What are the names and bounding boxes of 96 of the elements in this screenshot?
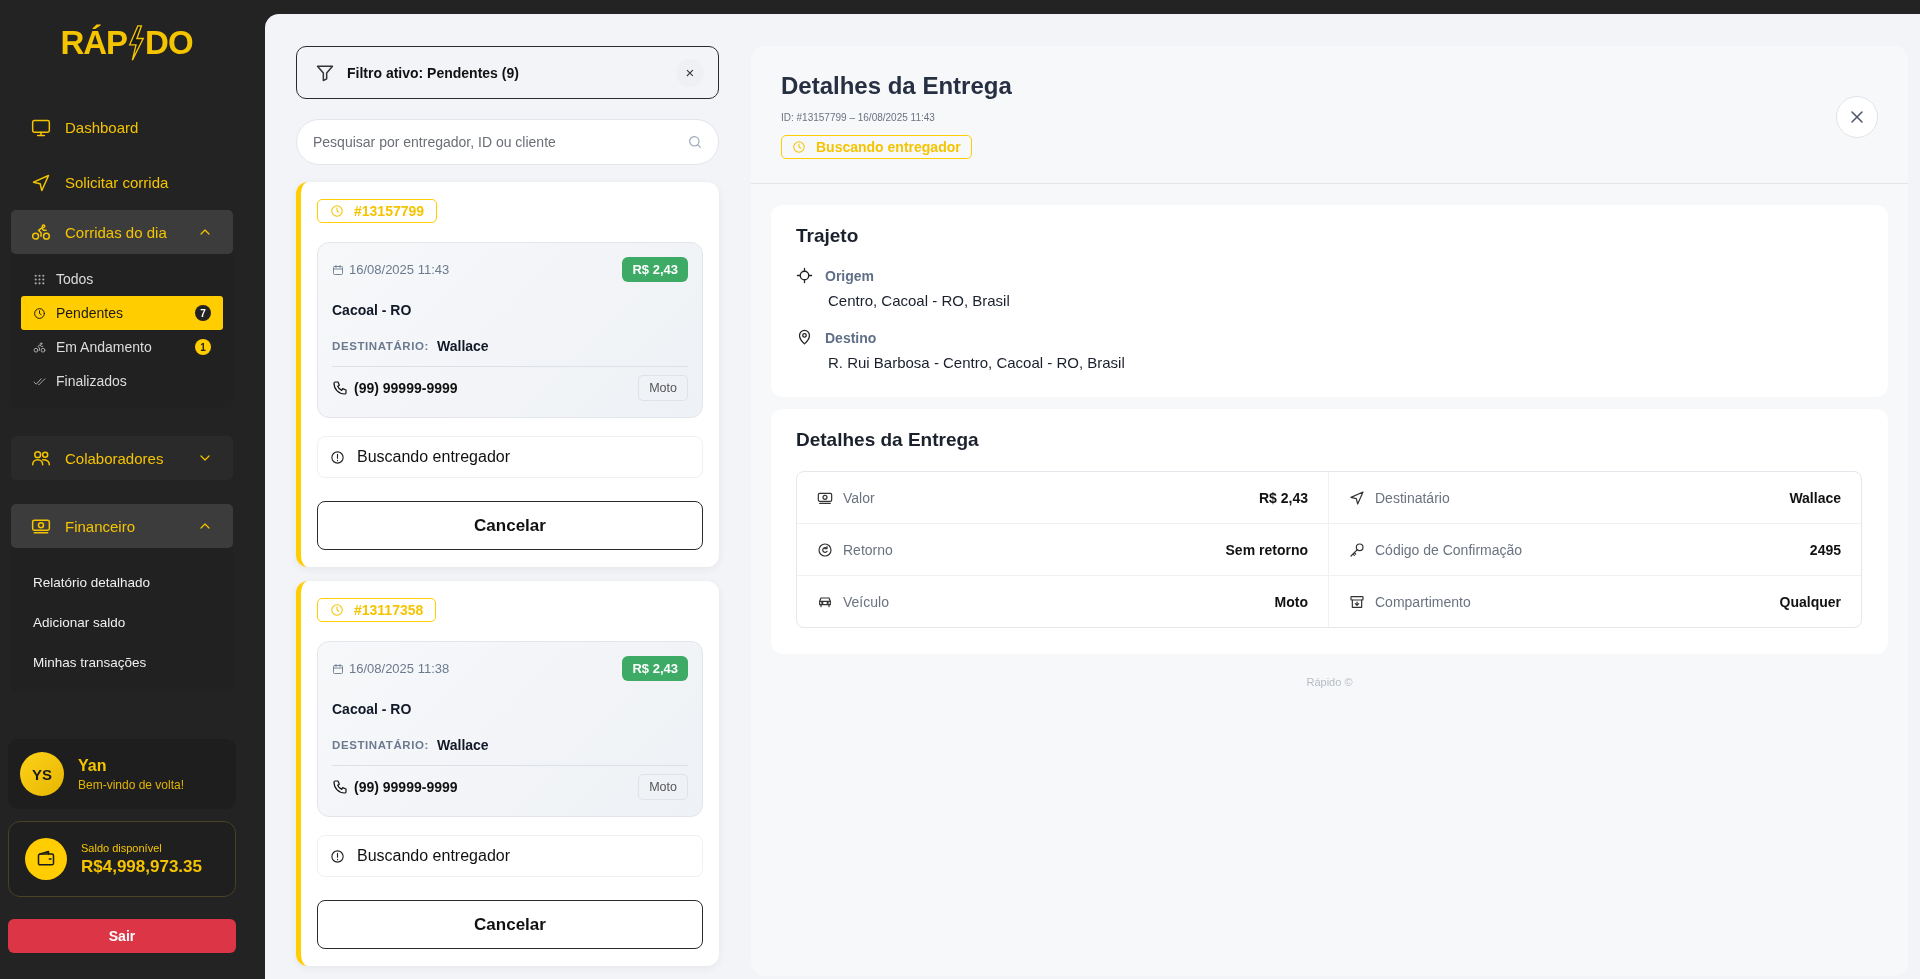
logo-text: RÁP xyxy=(60,24,128,62)
rotate-icon xyxy=(817,541,833,558)
bicycle-icon xyxy=(33,340,46,354)
submenu-item[interactable]: Em Andamento 1 xyxy=(21,330,223,364)
recipient-name: Wallace xyxy=(437,737,489,753)
field-label: Valor xyxy=(843,489,875,506)
nav-group-toggle[interactable]: Financeiro xyxy=(11,504,233,548)
archive-icon xyxy=(1349,593,1365,610)
status-badge: Buscando entregador xyxy=(781,135,972,159)
logout-button[interactable]: Sair xyxy=(8,919,236,953)
clock-icon xyxy=(33,306,46,320)
status-text: Buscando entregador xyxy=(357,448,510,466)
clock-icon xyxy=(792,140,806,154)
recipient-label: DESTINATÁRIO: xyxy=(332,340,430,352)
count-badge: 1 xyxy=(195,339,211,355)
submenu-item[interactable]: Relatório detalhado xyxy=(21,562,223,602)
navigation-arrow-icon xyxy=(1349,489,1365,506)
cancel-button[interactable]: Cancelar xyxy=(317,501,703,550)
crosshair-icon xyxy=(796,267,813,284)
vehicle-tag: Moto xyxy=(638,375,688,401)
avatar: YS xyxy=(20,752,64,796)
wallet-icon xyxy=(36,849,56,869)
cancel-button[interactable]: Cancelar xyxy=(317,900,703,949)
alert-circle-icon xyxy=(330,449,345,465)
filter-label: Filtro ativo: Pendentes (9) xyxy=(347,64,520,81)
field-value: Qualquer xyxy=(1779,593,1841,610)
field-value: Wallace xyxy=(1789,489,1841,506)
submenu-item[interactable]: Todos xyxy=(21,262,223,296)
delivery-date: 16/08/2025 11:43 xyxy=(332,262,450,277)
clear-filter-button[interactable]: × xyxy=(676,58,704,87)
grid-icon xyxy=(33,272,46,286)
nav-group-toggle[interactable]: Corridas do dia xyxy=(11,210,233,254)
submenu-item[interactable]: Finalizados xyxy=(21,364,223,398)
balance-amount: R$4,998,973.35 xyxy=(81,856,202,877)
search-field[interactable]: Pesquisar por entregador, ID ou cliente xyxy=(296,119,719,165)
phone-number: (99) 99999-9999 xyxy=(332,380,458,396)
field-label: Compartimento xyxy=(1375,593,1471,610)
nav-group-toggle[interactable]: Colaboradores xyxy=(11,436,233,480)
address-text: Centro, Cacoal - RO, Brasil xyxy=(828,292,1011,309)
calendar-icon xyxy=(332,263,344,276)
field-label: Destinatário xyxy=(1375,489,1450,506)
lightning-bolt-icon xyxy=(127,23,146,63)
close-button[interactable] xyxy=(1836,96,1878,138)
stop-label: Destino xyxy=(825,329,877,346)
field-label: Veículo xyxy=(843,593,889,610)
price-badge: R$ 2,43 xyxy=(622,656,688,681)
count-badge: 7 xyxy=(195,305,211,321)
monitor-icon xyxy=(31,117,51,138)
section-title: Detalhes da Entrega xyxy=(796,429,980,451)
field-label: Código de Confirmação xyxy=(1375,541,1523,558)
order-id-tag: #13157799 xyxy=(317,199,438,223)
delivery-meta: ID: #13157799 – 16/08/2025 11:43 xyxy=(781,112,936,123)
user-name: Yan xyxy=(78,756,108,775)
banknote-icon xyxy=(31,516,51,536)
field-value: R$ 2,43 xyxy=(1258,489,1308,506)
key-icon xyxy=(1349,541,1365,558)
balance-label: Saldo disponível xyxy=(81,841,163,854)
bicycle-icon xyxy=(31,222,51,242)
map-pin-icon xyxy=(796,329,813,346)
vehicle-tag: Moto xyxy=(638,774,688,800)
address-text: R. Rui Barbosa - Centro, Cacoal - RO, Brasil xyxy=(828,354,1126,371)
field-value: Moto xyxy=(1274,593,1308,610)
delivery-card[interactable]: #13117358 16/08/2025 11:38 R$ 2,43 Cacoal - RO DESTINATÁRIO: Wallace (99) 99999-9999 Moto Buscando entregador Cancelar xyxy=(296,581,719,966)
phone-icon xyxy=(332,380,348,396)
panel-title: Detalhes da Entrega xyxy=(781,72,1012,100)
recipient-name: Wallace xyxy=(437,338,489,354)
calendar-icon xyxy=(332,662,344,675)
section-title: Trajeto xyxy=(796,225,860,247)
clock-icon xyxy=(330,204,344,218)
clock-icon xyxy=(330,603,344,617)
submenu-item[interactable]: Pendentes 7 xyxy=(21,296,223,330)
search-icon xyxy=(687,134,703,150)
alert-circle-icon xyxy=(330,848,345,864)
delivery-date: 16/08/2025 11:38 xyxy=(332,661,450,676)
nav-link[interactable]: Dashboard xyxy=(11,100,255,155)
nav-link[interactable]: Solicitar corrida xyxy=(11,155,255,210)
delivery-card[interactable]: #13157799 16/08/2025 11:43 R$ 2,43 Cacoal - RO DESTINATÁRIO: Wallace (99) 99999-9999 Moto Buscando entregador Cancelar xyxy=(296,182,719,567)
submenu-item[interactable]: Adicionar saldo xyxy=(21,602,223,642)
submenu-item[interactable]: Minhas transações xyxy=(21,642,223,682)
order-id-tag: #13117358 xyxy=(317,598,437,622)
field-value: 2495 xyxy=(1809,541,1841,558)
logo-text: DO xyxy=(145,24,193,62)
stop-label: Origem xyxy=(825,267,874,284)
field-value: Sem retorno xyxy=(1225,541,1308,558)
phone-number: (99) 99999-9999 xyxy=(332,779,458,795)
price-badge: R$ 2,43 xyxy=(622,257,688,282)
navigation-arrow-icon xyxy=(31,172,51,193)
greeting-text: Bem-vindo de volta! xyxy=(78,777,185,792)
footer-text: Rápido © xyxy=(1305,676,1354,688)
recipient-label: DESTINATÁRIO: xyxy=(332,739,430,751)
status-text: Buscando entregador xyxy=(357,847,510,865)
city-text: Cacoal - RO xyxy=(332,701,413,717)
field-label: Retorno xyxy=(843,541,893,558)
users-icon xyxy=(31,448,51,468)
phone-icon xyxy=(332,779,348,795)
city-text: Cacoal - RO xyxy=(332,302,413,318)
